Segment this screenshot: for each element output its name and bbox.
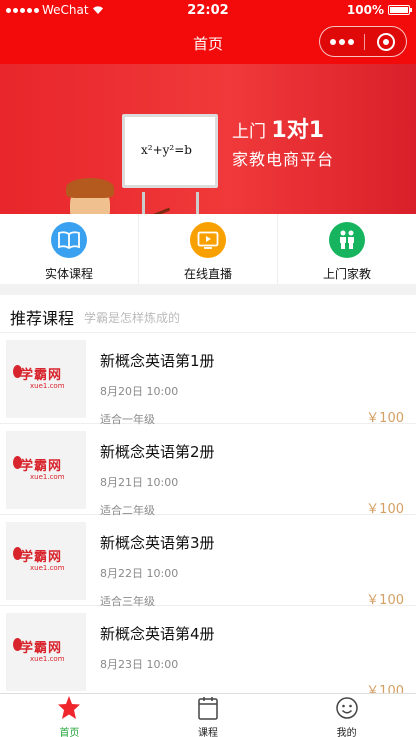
course-date: 8月21日 10:00 bbox=[100, 476, 179, 489]
whiteboard: x²+y²=b bbox=[122, 114, 218, 188]
promo-banner[interactable]: x²+y²=b 上门 1对1 家教电商平台 bbox=[0, 64, 416, 214]
nav-bar: 首页 bbox=[0, 22, 416, 64]
section-title: 推荐课程 bbox=[10, 309, 75, 328]
banner-line1-prefix: 上门 bbox=[232, 122, 266, 142]
tab-label: 我的 bbox=[336, 728, 357, 737]
tab-home[interactable]: 首页 bbox=[0, 694, 139, 737]
tab-me[interactable]: 我的 bbox=[277, 694, 416, 737]
course-thumbnail: 学霸网 xue1.com bbox=[6, 522, 86, 600]
people-icon bbox=[329, 222, 365, 258]
status-bar: WeChat 22:02 100% bbox=[0, 0, 416, 22]
logo-en: xue1.com bbox=[30, 564, 65, 572]
calendar-icon bbox=[198, 697, 218, 720]
course-title: 新概念英语第1册 bbox=[100, 352, 215, 370]
xueba-logo: 学霸网 xue1.com bbox=[13, 455, 65, 481]
smiley-icon bbox=[335, 697, 358, 719]
whiteboard-formula: x²+y²=b bbox=[141, 143, 192, 157]
course-item[interactable]: 学霸网 xue1.com 新概念英语第3册 8月22日 10:00 适合三年级 … bbox=[0, 515, 416, 608]
quick-link-offline-course[interactable]: 实体课程 bbox=[0, 214, 139, 284]
banner-headline: 上门 1对1 家教电商平台 bbox=[232, 112, 334, 170]
course-thumbnail: 学霸网 xue1.com bbox=[6, 431, 86, 509]
tab-label: 课程 bbox=[198, 728, 218, 737]
course-item[interactable]: 学霸网 xue1.com 新概念英语第4册 8月23日 10:00 ￥100 bbox=[0, 606, 416, 693]
tab-courses[interactable]: 课程 bbox=[139, 694, 278, 737]
logo-en: xue1.com bbox=[30, 655, 65, 663]
capsule-divider bbox=[364, 34, 365, 50]
logo-en: xue1.com bbox=[30, 382, 65, 390]
course-thumbnail: 学霸网 xue1.com bbox=[6, 340, 86, 418]
xueba-logo: 学霸网 xue1.com bbox=[13, 637, 65, 663]
course-date: 8月20日 10:00 bbox=[100, 385, 179, 398]
quick-links: 实体课程 在线直播 上门家教 bbox=[0, 214, 416, 284]
logo-cn: 学霸网 bbox=[20, 368, 63, 383]
quick-link-label: 在线直播 bbox=[183, 267, 232, 281]
banner-line1: 上门 1对1 bbox=[232, 112, 334, 144]
banner-line1-highlight: 1对1 bbox=[271, 118, 325, 143]
course-date: 8月23日 10:00 bbox=[100, 658, 179, 671]
teacher-illustration-hair bbox=[66, 178, 114, 198]
mini-program-capsule bbox=[319, 26, 407, 57]
course-item[interactable]: 学霸网 xue1.com 新概念英语第1册 8月20日 10:00 适合一年级 … bbox=[0, 333, 416, 426]
quick-link-home-tutor[interactable]: 上门家教 bbox=[278, 214, 416, 284]
easel-leg bbox=[196, 192, 199, 214]
star-icon bbox=[58, 696, 81, 719]
battery-icon bbox=[388, 5, 412, 15]
logo-cn: 学霸网 bbox=[20, 641, 63, 656]
easel-leg bbox=[142, 192, 145, 214]
banner-line2: 家教电商平台 bbox=[232, 150, 335, 169]
course-title: 新概念英语第3册 bbox=[100, 534, 215, 552]
video-play-icon bbox=[190, 222, 226, 258]
section-divider bbox=[0, 284, 416, 295]
recommended-section-header: 推荐课程 学霸是怎样炼成的 bbox=[0, 295, 416, 333]
xueba-logo: 学霸网 xue1.com bbox=[13, 546, 65, 572]
battery-info: 100% bbox=[346, 3, 412, 17]
course-title: 新概念英语第4册 bbox=[100, 625, 215, 643]
xueba-logo: 学霸网 xue1.com bbox=[13, 364, 65, 390]
battery-percent: 100% bbox=[346, 3, 384, 17]
course-list: 学霸网 xue1.com 新概念英语第1册 8月20日 10:00 适合一年级 … bbox=[0, 333, 416, 693]
section-subtitle: 学霸是怎样炼成的 bbox=[84, 311, 181, 325]
course-thumbnail: 学霸网 xue1.com bbox=[6, 613, 86, 691]
course-item[interactable]: 学霸网 xue1.com 新概念英语第2册 8月21日 10:00 适合二年级 … bbox=[0, 424, 416, 517]
logo-cn: 学霸网 bbox=[20, 550, 63, 565]
book-icon bbox=[51, 222, 87, 258]
quick-link-live-stream[interactable]: 在线直播 bbox=[139, 214, 278, 284]
tab-label: 首页 bbox=[59, 728, 80, 737]
course-price: ￥100 bbox=[366, 684, 404, 693]
quick-link-label: 上门家教 bbox=[322, 267, 371, 281]
more-menu-icon[interactable] bbox=[330, 39, 354, 45]
logo-cn: 学霸网 bbox=[20, 459, 63, 474]
close-target-icon[interactable] bbox=[377, 33, 395, 51]
course-title: 新概念英语第2册 bbox=[100, 443, 215, 461]
logo-en: xue1.com bbox=[30, 473, 65, 481]
course-date: 8月22日 10:00 bbox=[100, 567, 179, 580]
bottom-tab-bar: 首页 课程 我的 bbox=[0, 693, 416, 737]
quick-link-label: 实体课程 bbox=[44, 267, 93, 281]
